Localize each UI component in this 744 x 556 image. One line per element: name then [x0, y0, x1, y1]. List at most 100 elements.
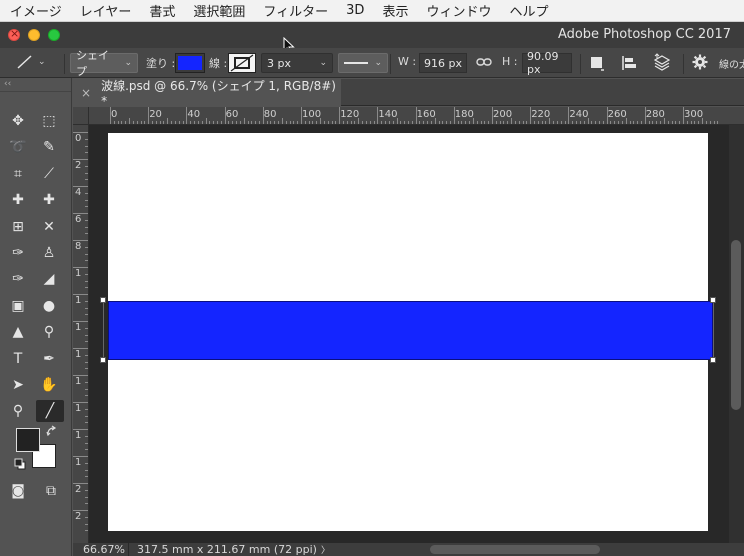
ruler-origin[interactable]: [73, 107, 89, 125]
horizontal-scrollbar-thumb[interactable]: [430, 545, 600, 554]
ruler-tick: [73, 213, 88, 214]
ruler-tick: [73, 348, 88, 349]
ruler-tick: [702, 118, 704, 124]
ruler-tick: [85, 287, 88, 289]
ruler-label: 80: [263, 109, 277, 120]
path-arrangement-icon[interactable]: [652, 53, 672, 73]
ruler-label: 1: [75, 457, 82, 468]
vertical-scrollbar-thumb[interactable]: [731, 240, 741, 410]
ruler-tick: [194, 121, 196, 124]
tool-preset-picker[interactable]: ⌄: [14, 53, 46, 71]
marquee-tool-icon[interactable]: ⬚: [38, 110, 60, 132]
sharpen-tool-icon[interactable]: ▲: [7, 321, 29, 343]
document-tab-bar: × 波線.psd @ 66.7% (シェイプ 1, RGB/8#) *: [73, 79, 744, 108]
ruler-tick: [182, 121, 184, 124]
anchor-point-handle[interactable]: [100, 357, 106, 363]
eraser-tool-icon[interactable]: ◢: [38, 268, 60, 290]
maximize-window-button[interactable]: [48, 29, 60, 41]
ruler-tick: [85, 233, 88, 235]
document-size-info[interactable]: 317.5 mm x 211.67 mm (72 ppi): [129, 543, 317, 556]
ruler-label: 300: [684, 109, 704, 120]
menu-item[interactable]: 3D: [337, 3, 373, 18]
lasso-tool-icon[interactable]: ➰: [7, 136, 29, 158]
move-tool-icon[interactable]: ✥: [7, 110, 29, 132]
ruler-tick: [312, 121, 314, 124]
path-operations-icon[interactable]: [588, 54, 606, 72]
link-icon[interactable]: [476, 54, 492, 70]
healing-brush-tool-icon[interactable]: ✚: [7, 189, 29, 211]
hand-tool-icon[interactable]: ✋: [38, 374, 60, 396]
ruler-tick: [85, 179, 88, 181]
line-tool-icon[interactable]: ╱: [36, 400, 64, 423]
ruler-tick: [591, 121, 593, 124]
foreground-color-swatch[interactable]: [16, 428, 40, 452]
ruler-label: 100: [302, 109, 322, 120]
eyedropper-tool-icon[interactable]: ⟋: [38, 163, 60, 185]
close-tab-icon[interactable]: ×: [81, 86, 91, 100]
fill-color-swatch[interactable]: [175, 53, 205, 73]
ruler-tick: [694, 121, 696, 124]
brush-tool-icon[interactable]: ✑: [7, 242, 29, 264]
rectangle-shape-layer[interactable]: [108, 301, 713, 360]
swap-colors-icon[interactable]: [46, 425, 58, 437]
status-menu-arrow-icon[interactable]: 〉: [321, 543, 330, 556]
gear-icon[interactable]: [692, 54, 708, 70]
ruler-tick: [136, 121, 138, 124]
clone-stamp-tool-icon[interactable]: ♙: [38, 242, 60, 264]
patch-tool-icon[interactable]: ✚: [38, 189, 60, 211]
stroke-color-swatch[interactable]: [228, 53, 256, 73]
crop-tool-icon[interactable]: ⌗: [7, 163, 29, 185]
close-window-button[interactable]: [8, 27, 20, 41]
gradient-tool-icon[interactable]: ▣: [7, 295, 29, 317]
history-brush-tool-icon[interactable]: ✑: [7, 268, 29, 290]
zoom-tool-icon[interactable]: ⚲: [7, 400, 29, 422]
zoom-level-field[interactable]: 66.67%: [73, 543, 129, 556]
ruler-tick: [85, 253, 88, 255]
line-tool-icon: [17, 55, 32, 69]
menu-item[interactable]: 表示: [373, 1, 417, 20]
type-tool-icon[interactable]: T: [7, 348, 29, 370]
collapse-panel-icon[interactable]: ‹‹: [0, 78, 71, 92]
width-input[interactable]: 916 px: [419, 53, 467, 73]
stroke-width-select[interactable]: 3 px ⌄: [261, 53, 333, 73]
path-selection-tool-icon[interactable]: ➤: [7, 374, 29, 396]
horizontal-ruler[interactable]: 0 20 40 60 80 100 120 140 160 180 200 220 240 260 280 3…: [89, 107, 744, 125]
window-controls: [0, 27, 60, 41]
tool-mode-select[interactable]: シェイプ ⌄: [70, 49, 138, 78]
ruler-tick: [85, 442, 88, 444]
ruler-tick: [85, 368, 88, 370]
minimize-window-button[interactable]: [28, 29, 40, 41]
menu-item[interactable]: 書式: [140, 1, 184, 20]
vertical-ruler[interactable]: 0 2 4 6 8 1 1 1 1 1 1 1 1 2 2: [73, 125, 89, 543]
menu-item[interactable]: ウィンドウ: [417, 1, 500, 20]
dodge-tool-icon[interactable]: ⚲: [38, 321, 60, 343]
content-aware-tool-icon[interactable]: ⊞: [7, 216, 29, 238]
anchor-point-handle[interactable]: [100, 297, 106, 303]
menu-item[interactable]: 選択範囲: [184, 1, 254, 20]
pen-tool-icon[interactable]: ✒: [38, 348, 60, 370]
transform-tool-icon[interactable]: ✕: [38, 216, 60, 238]
quick-mask-icon[interactable]: ◙: [7, 480, 29, 502]
ruler-tick: [614, 121, 616, 124]
menu-item[interactable]: レイヤー: [71, 1, 141, 20]
ruler-tick: [404, 121, 406, 124]
ruler-tick: [472, 118, 474, 124]
document-tab[interactable]: × 波線.psd @ 66.7% (シェイプ 1, RGB/8#) *: [73, 79, 341, 108]
default-colors-icon[interactable]: [14, 458, 26, 470]
anchor-point-handle[interactable]: [710, 297, 716, 303]
menu-item[interactable]: フィルター: [254, 1, 337, 20]
height-input[interactable]: 90.09 px: [522, 50, 572, 76]
stroke-type-select[interactable]: ⌄: [338, 53, 388, 73]
ruler-tick: [174, 121, 176, 124]
path-alignment-icon[interactable]: [620, 54, 638, 72]
ruler-tick: [587, 118, 589, 124]
ruler-tick: [549, 118, 551, 124]
ruler-label: 1: [75, 295, 82, 306]
anchor-point-handle[interactable]: [710, 357, 716, 363]
screen-mode-icon[interactable]: ⧉: [40, 480, 62, 502]
menu-item[interactable]: ヘルプ: [500, 1, 557, 20]
quick-selection-tool-icon[interactable]: ✎: [38, 136, 60, 158]
ruler-tick: [407, 121, 409, 124]
blur-tool-icon[interactable]: ●: [38, 295, 60, 317]
menu-item[interactable]: イメージ: [0, 1, 71, 20]
